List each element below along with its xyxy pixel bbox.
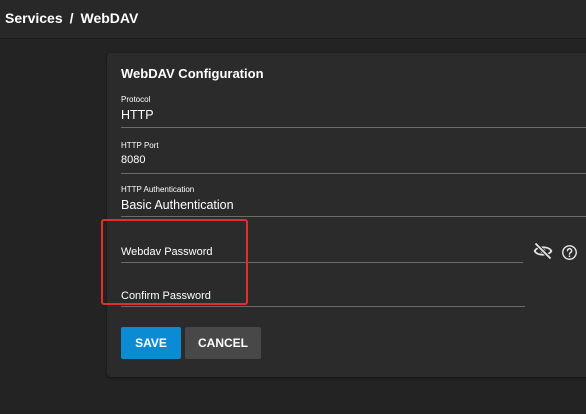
webdav-password-input[interactable] <box>121 242 523 263</box>
http-port-label: HTTP Port <box>121 141 159 150</box>
protocol-underline <box>121 127 586 128</box>
breadcrumb: Services / WebDAV <box>5 10 138 26</box>
http-authentication-select[interactable]: HTTP Authentication Basic Authentication <box>121 185 586 219</box>
webdav-configuration-card: WebDAV Configuration Protocol HTTP HTTP … <box>107 53 586 377</box>
http-port-value: 8080 <box>121 154 146 166</box>
breadcrumb-webdav: WebDAV <box>80 10 139 26</box>
breadcrumb-separator: / <box>69 10 74 26</box>
breadcrumb-services[interactable]: Services <box>5 10 63 26</box>
save-button[interactable]: SAVE <box>121 327 181 359</box>
protocol-select[interactable]: Protocol HTTP <box>121 95 586 129</box>
cancel-button[interactable]: CANCEL <box>185 327 261 359</box>
top-bar: Services / WebDAV <box>0 0 586 39</box>
confirm-password-input[interactable] <box>121 286 525 307</box>
help-circle-icon[interactable] <box>559 242 579 262</box>
http-port-input[interactable]: HTTP Port 8080 <box>121 141 586 175</box>
card-title: WebDAV Configuration <box>121 66 264 81</box>
http-authentication-underline <box>121 216 586 217</box>
protocol-value: HTTP <box>121 108 154 122</box>
protocol-label: Protocol <box>121 95 151 104</box>
help-circle-icon-graphic <box>561 244 577 260</box>
http-authentication-value: Basic Authentication <box>121 198 234 212</box>
eye-off-icon[interactable] <box>532 240 554 262</box>
http-authentication-label: HTTP Authentication <box>121 185 195 194</box>
http-port-underline <box>121 173 586 174</box>
eye-off-icon-graphic <box>533 242 553 260</box>
